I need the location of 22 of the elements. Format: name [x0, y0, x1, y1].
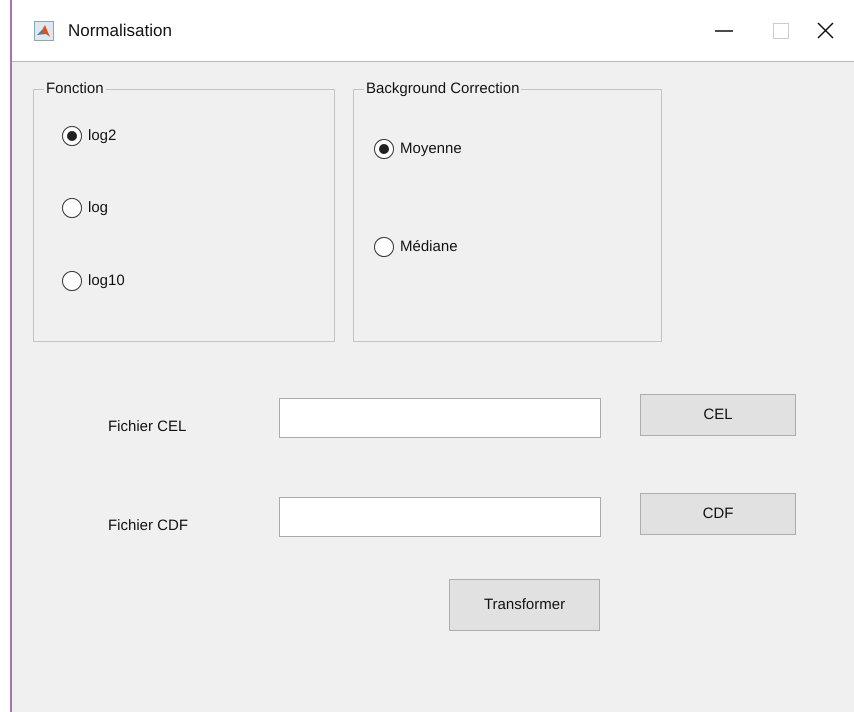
- input-field[interactable]: [279, 398, 601, 438]
- radio-button[interactable]: [62, 126, 82, 146]
- browse-button[interactable]: CDF: [640, 492, 796, 535]
- browse-button[interactable]: CEL: [640, 394, 796, 436]
- group-title: Fonction: [45, 79, 105, 99]
- input-field[interactable]: [279, 496, 601, 537]
- radio-option[interactable]: Médiane: [374, 236, 458, 258]
- radio-option[interactable]: Moyenne: [374, 138, 462, 160]
- group-title: Background Correction: [365, 79, 520, 99]
- app-icon: [34, 20, 54, 40]
- radio-button[interactable]: [374, 237, 394, 258]
- field-label: Fichier CEL: [108, 417, 188, 437]
- field-label: Fichier CDF: [108, 516, 190, 536]
- radio-button[interactable]: [374, 138, 394, 159]
- close-icon[interactable]: [817, 22, 834, 39]
- radio-button[interactable]: [62, 270, 82, 291]
- radio-option[interactable]: log: [62, 197, 108, 220]
- radio-option[interactable]: log10: [62, 270, 125, 292]
- radio-button[interactable]: [62, 198, 82, 218]
- radio-option[interactable]: log2: [62, 124, 116, 147]
- window-title: Normalisation: [68, 20, 172, 42]
- transform-button[interactable]: Transformer: [449, 579, 600, 631]
